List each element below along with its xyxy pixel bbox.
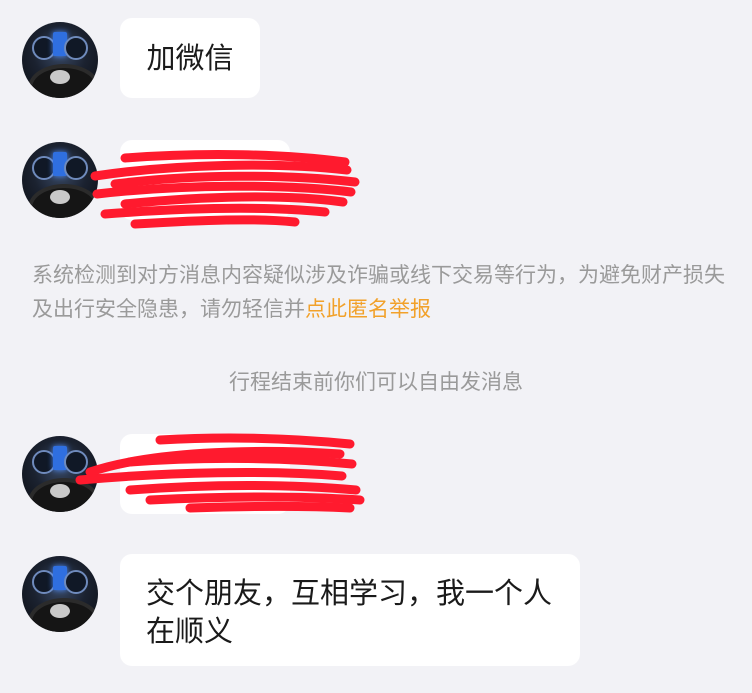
- avatar[interactable]: [22, 556, 98, 632]
- dashboard-dial-icon: [64, 570, 88, 594]
- dashboard-dial-icon: [64, 36, 88, 60]
- message-text: 加微信: [146, 41, 234, 75]
- avatar[interactable]: [22, 22, 98, 98]
- redaction-scribble: [90, 150, 360, 229]
- redaction-scribble: [75, 433, 365, 513]
- message-text: 交个朋友，互相学习，我一个人在顺义: [146, 576, 553, 648]
- car-logo-icon: [50, 70, 70, 84]
- message-bubble[interactable]: 加微信: [120, 18, 260, 98]
- car-logo-icon: [50, 190, 70, 204]
- message-bubble[interactable]: 交个朋友，互相学习，我一个人在顺义: [120, 554, 580, 666]
- car-logo-icon: [50, 484, 70, 498]
- car-logo-icon: [50, 604, 70, 618]
- report-link[interactable]: 点此匿名举报: [305, 297, 431, 321]
- status-note: 行程结束前你们可以自由发消息: [229, 370, 523, 394]
- system-warning: 系统检测到对方消息内容疑似涉及诈骗或线下交易等行为，为避免财产损失及出行安全隐患…: [32, 258, 732, 326]
